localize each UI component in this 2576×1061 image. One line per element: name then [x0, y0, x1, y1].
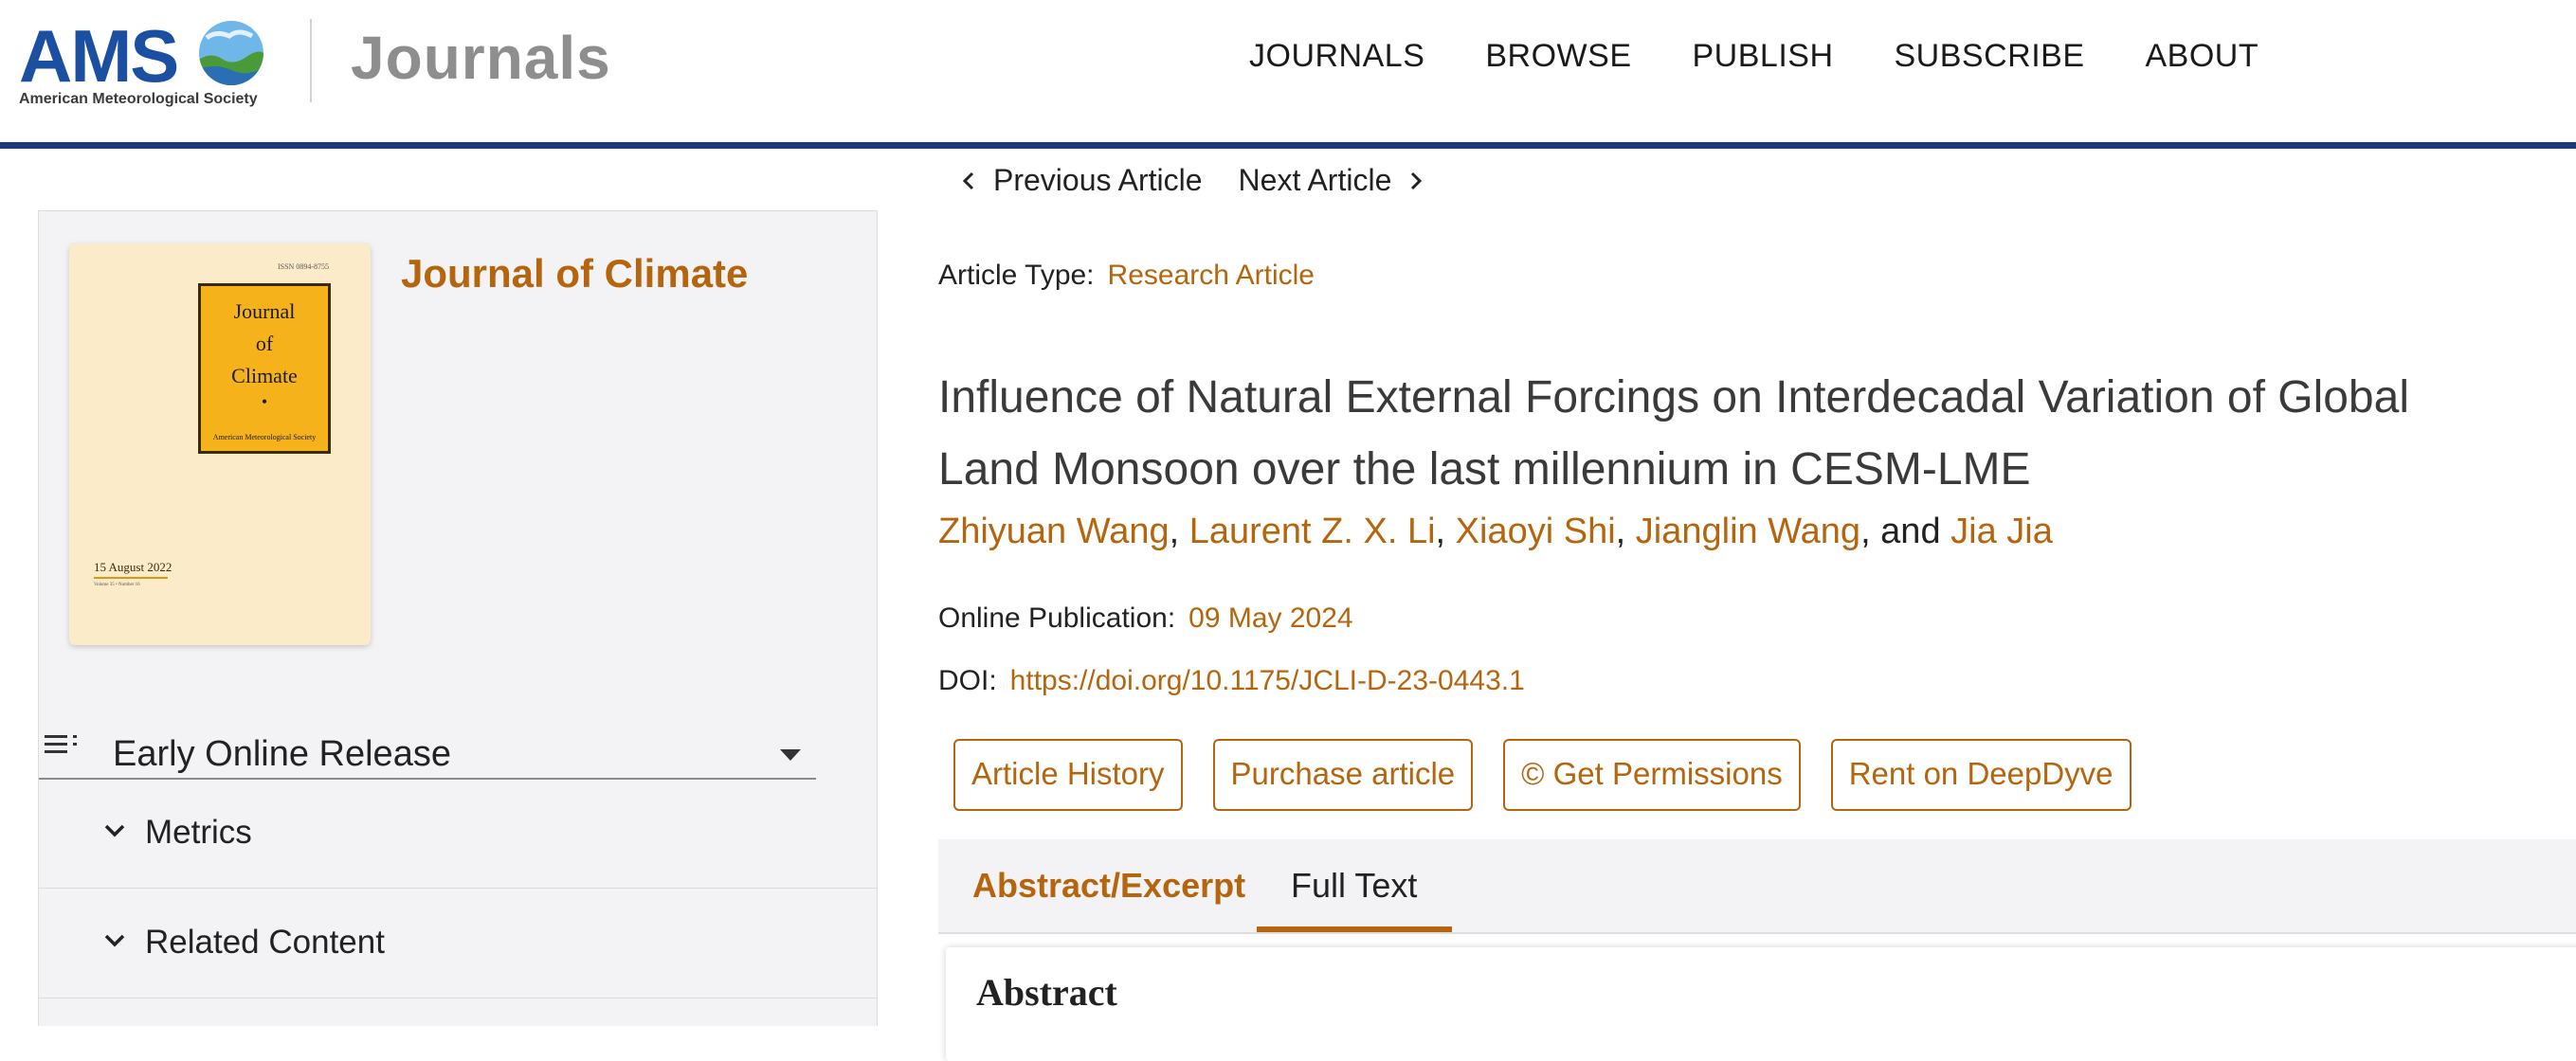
article-type-link[interactable]: Research Article	[1108, 260, 1315, 291]
cover-title-line: Climate	[231, 364, 298, 387]
active-tab-indicator	[1257, 926, 1452, 932]
cover-rule	[94, 577, 168, 579]
ams-logo-text: AMS	[19, 14, 179, 98]
publication-label: Online Publication:	[938, 602, 1176, 634]
cover-volume: Volume 35 • Number 16	[94, 583, 140, 587]
tab-full-text[interactable]: Full Text	[1291, 866, 1417, 906]
doi-label: DOI:	[938, 665, 997, 696]
doi: DOI: https://doi.org/10.1175/JCLI-D-23-04…	[938, 665, 1525, 697]
accordion-related-content[interactable]: Related Content	[39, 890, 877, 998]
globe-icon	[199, 21, 263, 85]
cover-title-line: of	[255, 332, 274, 355]
author-list: Zhiyuan Wang, Laurent Z. X. Li, Xiaoyi S…	[938, 512, 2053, 552]
abstract-card: Abstract	[946, 947, 2576, 1061]
purchase-article-button[interactable]: Purchase article	[1212, 739, 1474, 811]
cover-dot: •	[261, 392, 268, 411]
society-name: American Meteorological Society	[19, 91, 258, 107]
journal-title-link[interactable]: Journal of Climate	[401, 251, 748, 297]
accordion-label: Related Content	[145, 924, 385, 961]
sidebar: ISSN 0894-8755 Journal of Climate • Amer…	[38, 210, 878, 1026]
author-link[interactable]: Xiaoyi Shi	[1456, 512, 1616, 551]
article-history-button[interactable]: Article History	[953, 739, 1183, 811]
article-type-label: Article Type:	[938, 260, 1095, 291]
article-main: Article Type: Research Article Influence …	[938, 0, 2576, 1061]
content-tabs: Abstract/Excerpt Full Text	[938, 839, 2576, 934]
issue-selector-label: Early Online Release	[113, 734, 451, 774]
chevron-down-icon	[104, 934, 125, 947]
publication-date: 09 May 2024	[1188, 602, 1353, 634]
cover-date: 15 August 2022	[94, 560, 172, 574]
author-separator: ,	[1615, 512, 1636, 551]
doi-link[interactable]: https://doi.org/10.1175/JCLI-D-23-0443.1	[1010, 665, 1525, 696]
journal-cover-image[interactable]: ISSN 0894-8755 Journal of Climate • Amer…	[69, 243, 371, 645]
author-separator: ,	[1435, 512, 1456, 551]
cover-title-line: Journal	[233, 299, 296, 323]
author-link[interactable]: Zhiyuan Wang	[938, 512, 1170, 551]
list-menu-icon	[45, 735, 77, 753]
author-separator: ,	[1169, 512, 1189, 551]
cover-issn: ISSN 0894-8755	[277, 262, 329, 271]
tab-abstract[interactable]: Abstract/Excerpt	[972, 866, 1245, 906]
accordion-label: Metrics	[145, 814, 252, 851]
online-publication: Online Publication: 09 May 2024	[938, 602, 1353, 635]
ams-logo[interactable]: AMS American Meteorological Society	[19, 13, 275, 113]
chevron-down-icon	[104, 824, 125, 837]
rent-deepdyve-button[interactable]: Rent on DeepDyve	[1830, 739, 2132, 811]
author-link[interactable]: Jianglin Wang	[1636, 512, 1860, 551]
brand-journals[interactable]: Journals	[351, 23, 611, 93]
author-separator: , and	[1860, 512, 1951, 551]
cover-society: American Meteorological Society	[212, 433, 317, 441]
author-link[interactable]: Jia Jia	[1950, 512, 2053, 551]
caret-down-icon	[780, 749, 801, 761]
cover-title-box: Journal of Climate • American Meteorolog…	[198, 283, 331, 454]
article-type: Article Type: Research Article	[938, 260, 1315, 292]
article-actions: Article History Purchase article © Get P…	[953, 739, 2132, 811]
issue-selector[interactable]: Early Online Release	[39, 721, 816, 780]
author-link[interactable]: Laurent Z. X. Li	[1189, 512, 1436, 551]
get-permissions-button[interactable]: © Get Permissions	[1503, 739, 1801, 811]
abstract-heading: Abstract	[976, 971, 1117, 1014]
accordion-metrics[interactable]: Metrics	[39, 780, 877, 889]
header-divider	[310, 19, 312, 102]
article-title: Influence of Natural External Forcings o…	[938, 372, 2409, 495]
